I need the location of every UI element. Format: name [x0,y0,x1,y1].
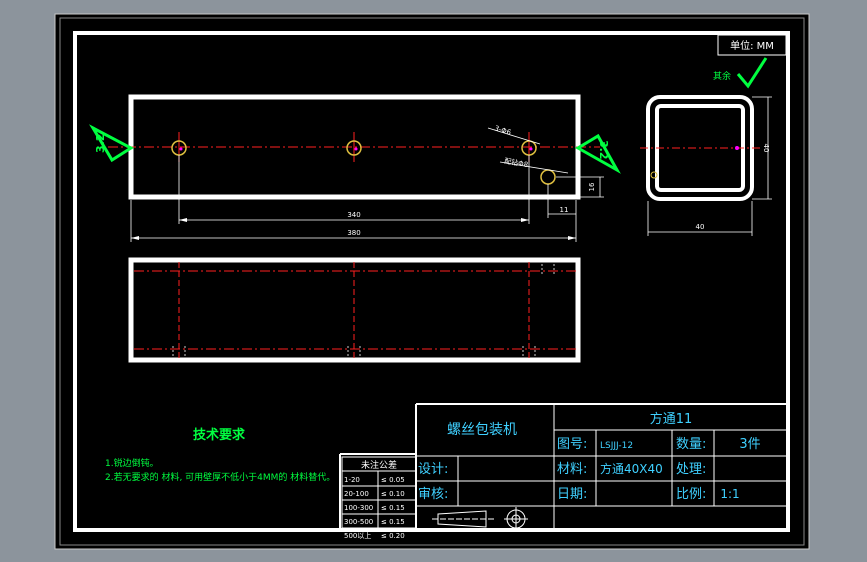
review-label: 审核: [418,487,448,502]
hole-center-2 [354,147,358,151]
hole-center-3 [529,147,533,151]
scale-value: 1:1 [720,487,739,501]
tech-requirement-2: 2.若无要求的 材料, 可用壁厚不低小于4MM的 材料替代。 [105,471,335,483]
design-label: 设计: [418,462,448,477]
date-label: 日期: [557,487,587,502]
dim-hole-spacing: 340 [347,211,360,219]
material-label: 材料: [557,462,587,477]
dim-hole-height: 16 [588,182,596,191]
part-name: 方通11 [650,411,693,427]
tolerance-range-1: 1-20 [344,476,360,484]
quantity-value: 3件 [739,437,760,452]
dim-tube-height: 40 [762,144,770,153]
tolerance-range-4: 300-500 [344,518,373,526]
drawing-no-label: 图号: [557,437,587,452]
section-center-mark [735,146,739,150]
dim-tube-width: 40 [696,223,705,231]
tolerance-range-3: 100-300 [344,504,373,512]
tolerance-value-2: ≤ 0.10 [381,490,405,498]
tolerance-value-4: ≤ 0.15 [381,518,405,526]
tolerance-value-3: ≤ 0.15 [381,504,405,512]
hole-center-1 [179,147,183,151]
scale-label: 比例: [676,487,706,502]
roughness-right-value: 3.2 [597,140,610,160]
tech-requirements-title: 技术要求 [193,427,246,443]
tolerance-range-2: 20-100 [344,490,369,498]
cad-drawing: 单位: MM 其余 3-Φ6 配钻Φ8 3.2 3.2 340 380 11 1… [54,13,810,550]
quantity-label: 数量: [676,437,706,452]
project-name: 螺丝包装机 [447,422,517,438]
unit-label: 单位: MM [730,39,774,52]
material-value: 方通40X40 [600,461,663,476]
tolerance-value-1: ≤ 0.05 [381,476,405,484]
roughness-left-value: 3.2 [94,134,107,154]
process-label: 处理: [676,462,706,477]
roughness-general-label: 其余 [713,70,731,82]
dim-overall-length: 380 [347,229,360,237]
tech-requirement-1: 1.锐边倒钝。 [105,457,159,469]
drawing-no-value: LSJJJ-12 [600,441,633,451]
tolerance-title: 未注公差 [361,459,397,471]
tolerance-range-5: 500以上 [344,531,371,540]
dim-end-offset: 11 [560,206,569,214]
tolerance-value-5: ≤ 0.20 [381,532,405,540]
